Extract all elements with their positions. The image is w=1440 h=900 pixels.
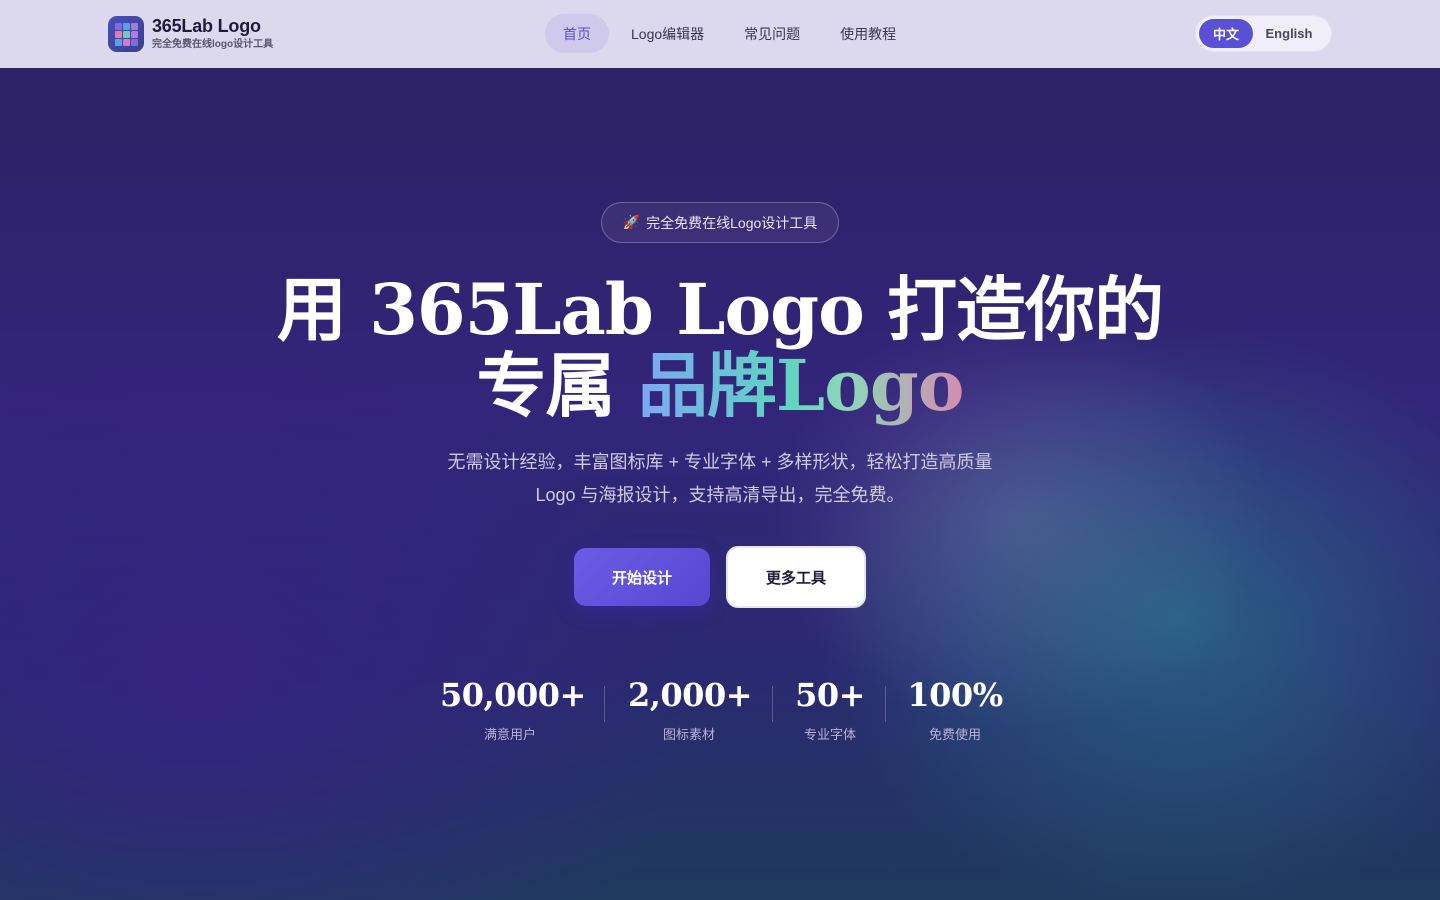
lang-option-en[interactable]: English <box>1253 19 1325 48</box>
headline-line-2: 专属 品牌Logo <box>0 348 1440 424</box>
stat-value: 2,000+ <box>628 676 753 714</box>
rocket-icon: 🚀 <box>622 214 641 230</box>
stat-label: 图标素材 <box>662 727 715 742</box>
stat-free: 100% 免费使用 <box>905 670 1005 743</box>
headline-plain: 专属 <box>476 344 638 427</box>
hero-badge: 🚀 完全免费在线Logo设计工具 <box>601 202 839 243</box>
brand[interactable]: 365Lab Logo 完全免费在线logo设计工具 <box>108 16 273 52</box>
main-nav: 首页 Logo编辑器 常见问题 使用教程 <box>545 14 918 53</box>
stat-divider <box>885 686 886 722</box>
nav-item-faq[interactable]: 常见问题 <box>726 14 818 53</box>
subtitle-line-2: Logo 与海报设计，支持高清导出，完全免费。 <box>535 485 905 505</box>
stats-row: 50,000+ 满意用户 2,000+ 图标素材 50+ 专业字体 100% 免… <box>0 670 1440 750</box>
brand-subtitle: 完全免费在线logo设计工具 <box>152 39 274 50</box>
stat-icons: 2,000+ 图标素材 <box>628 670 753 743</box>
stat-label: 满意用户 <box>483 727 536 742</box>
headline-line-1: 用 365Lab Logo 打造你的 <box>276 268 1164 351</box>
stat-value: 100% <box>907 676 1003 714</box>
stat-value: 50,000+ <box>440 676 586 714</box>
stat-fonts: 50+ 专业字体 <box>790 670 870 743</box>
stat-label: 免费使用 <box>928 727 981 742</box>
nav-item-logo-editor[interactable]: Logo编辑器 <box>613 14 722 53</box>
grid-logo-icon <box>108 16 144 52</box>
hero-headline: 用 365Lab Logo 打造你的 专属 品牌Logo <box>0 272 1440 424</box>
nav-item-tutorial[interactable]: 使用教程 <box>822 14 914 53</box>
lang-option-zh[interactable]: 中文 <box>1199 19 1253 48</box>
stat-value: 50+ <box>795 676 865 714</box>
badge-text: 完全免费在线Logo设计工具 <box>646 214 818 231</box>
stat-divider <box>772 686 773 722</box>
stat-label: 专业字体 <box>803 727 856 742</box>
language-switcher: 中文 English <box>1195 15 1332 52</box>
site-header: 365Lab Logo 完全免费在线logo设计工具 首页 Logo编辑器 常见… <box>0 0 1440 68</box>
headline-highlight: 品牌Logo <box>637 344 965 427</box>
stat-users: 50,000+ 满意用户 <box>440 670 586 743</box>
stat-divider <box>604 686 605 722</box>
more-tools-button[interactable]: 更多工具 <box>726 546 866 608</box>
nav-item-home[interactable]: 首页 <box>545 14 609 53</box>
subtitle-line-1: 无需设计经验，丰富图标库 + 专业字体 + 多样形状，轻松打造高质量 <box>447 452 993 472</box>
start-design-button[interactable]: 开始设计 <box>574 548 710 606</box>
hero-subtitle: 无需设计经验，丰富图标库 + 专业字体 + 多样形状，轻松打造高质量 Logo … <box>0 446 1440 512</box>
brand-title: 365Lab Logo <box>152 16 261 36</box>
